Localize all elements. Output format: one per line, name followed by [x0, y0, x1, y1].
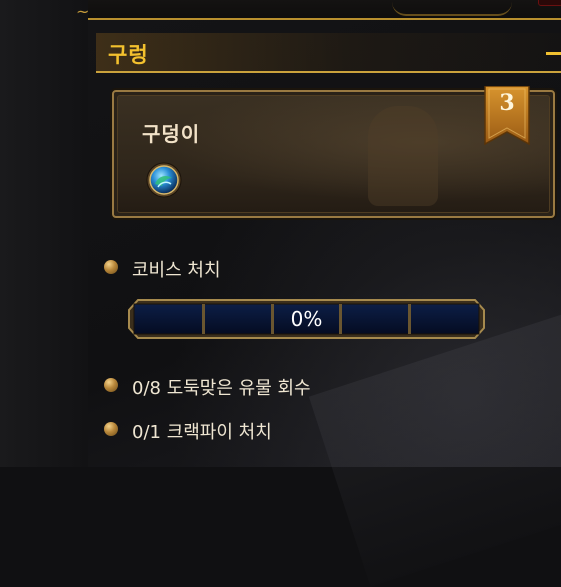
objective-bullet-icon: [104, 260, 118, 274]
objective-text: 0/1 크랙파이 처치: [132, 422, 272, 443]
minus-icon: [546, 52, 561, 55]
boss-silhouette-icon: [368, 106, 438, 206]
background-left-panel: [0, 0, 88, 467]
scroll-ornament-right-icon: [392, 2, 512, 16]
boss-orb-icon: [146, 162, 182, 198]
collapse-button[interactable]: [544, 46, 561, 60]
section-title: 구렁: [108, 43, 149, 67]
scroll-ornament-icon: ~: [76, 2, 90, 21]
difficulty-badge: 3: [499, 90, 515, 116]
progress-bar: 0%: [128, 299, 485, 339]
section-header[interactable]: 구렁: [96, 33, 561, 73]
boss-name: 구덩이: [142, 122, 201, 146]
progress-label: 0%: [290, 307, 323, 331]
objective-text: 0/8 도둑맞은 유물 회수: [132, 378, 311, 399]
objective-text: 코비스 처치: [132, 260, 221, 281]
objective-bullet-icon: [104, 422, 118, 436]
top-corner-button[interactable]: [538, 0, 561, 6]
objective-bullet-icon: [104, 378, 118, 392]
